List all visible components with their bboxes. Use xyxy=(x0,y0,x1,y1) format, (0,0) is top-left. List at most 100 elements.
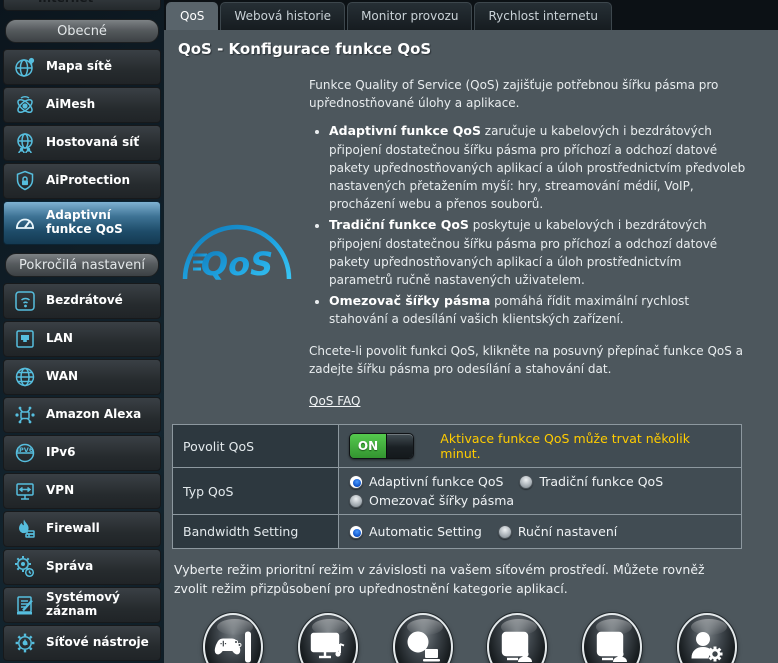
radio-button xyxy=(498,525,512,539)
sidebar-item-label: WAN xyxy=(46,370,78,384)
priority-mode-row: Hry Streamování médií xyxy=(164,599,778,663)
radio-adaptive-qos[interactable]: Adaptivní funkce QoS xyxy=(349,474,503,489)
section-title: Obecné xyxy=(57,24,107,39)
bullet-lead: Adaptivní funkce QoS xyxy=(329,123,481,138)
intro-paragraph: Funkce Quality of Service (QoS) zajišťuj… xyxy=(309,76,748,112)
qos-intro-section: QoS Funkce Quality of Service (QoS) zaji… xyxy=(164,64,778,414)
sidebar-item-aiprotection[interactable]: AiProtection xyxy=(3,163,161,199)
radio-label: Omezovač šířky pásma xyxy=(369,493,514,508)
speedometer-icon xyxy=(12,211,38,235)
qos-type-label: Typ QoS xyxy=(173,468,339,515)
mode-games[interactable]: Hry xyxy=(186,613,280,663)
customize-icon xyxy=(677,613,737,663)
sidebar-item-label: Správa xyxy=(46,560,93,574)
mode-work-from-home[interactable]: Work-From-Home xyxy=(565,613,659,663)
mode-learn-from-home[interactable]: Learn-From-Home xyxy=(470,613,564,663)
network-tools-icon xyxy=(12,631,38,655)
sidebar-item-label: Adaptivní funkce QoS xyxy=(46,209,154,237)
system-log-icon xyxy=(12,593,38,617)
qos-logo: QoS xyxy=(164,68,309,414)
radio-button xyxy=(349,475,363,489)
sidebar-item-label: AiProtection xyxy=(46,174,130,188)
gamepad-icon xyxy=(203,613,263,663)
tab-label: Rychlost internetu xyxy=(488,9,597,23)
sidebar-item-label: Internet xyxy=(38,0,160,5)
sidebar-item-label: Síťové nástroje xyxy=(46,636,149,650)
radio-manual-setting[interactable]: Ruční nastavení xyxy=(498,524,617,539)
enable-hint: Chcete-li povolit funkci QoS, klikněte n… xyxy=(309,342,748,378)
sidebar-item-label: Bezdrátové xyxy=(46,294,123,308)
sidebar-item-label: Hostovaná síť xyxy=(46,136,139,150)
sidebar-item-system-log[interactable]: Systémový záznam xyxy=(3,587,161,623)
sidebar-item-guest-network[interactable]: Hostovaná síť xyxy=(3,125,161,161)
sidebar-item-lan[interactable]: LAN xyxy=(3,321,161,357)
sidebar-item-administration[interactable]: Správa xyxy=(3,549,161,585)
radio-button xyxy=(349,494,363,508)
aimesh-icon xyxy=(12,93,38,117)
qos-speedometer-icon: QoS xyxy=(171,185,303,297)
qos-toggle[interactable]: ON xyxy=(349,433,414,459)
alexa-network-icon xyxy=(12,403,38,427)
globe-icon xyxy=(12,365,38,389)
table-row-enable-qos: Povolit QoS ON Aktivace funkce QoS může … xyxy=(173,425,742,468)
tab-web-history[interactable]: Webová historie xyxy=(220,2,345,30)
sidebar-item-amazon-alexa[interactable]: Amazon Alexa xyxy=(3,397,161,433)
sidebar-item-firewall[interactable]: Firewall xyxy=(3,511,161,547)
activation-warning: Aktivace funkce QoS může trvat několik m… xyxy=(440,431,731,461)
tab-bar: QoS Webová historie Monitor provozu Rych… xyxy=(164,0,778,30)
mode-media-streaming[interactable]: Streamování médií xyxy=(281,613,375,663)
sidebar-item-wan[interactable]: WAN xyxy=(3,359,161,395)
sidebar-item-label: Mapa sítě xyxy=(46,60,112,74)
sidebar-item-adaptive-qos[interactable]: Adaptivní funkce QoS xyxy=(3,201,161,245)
sidebar-item-label: LAN xyxy=(46,332,73,346)
learn-from-home-icon xyxy=(487,613,547,663)
sidebar-item-network-map[interactable]: Mapa sítě xyxy=(3,49,161,85)
mode-web-browsing[interactable]: Prohazení webu xyxy=(376,613,470,663)
sidebar-item-label: Amazon Alexa xyxy=(46,408,141,422)
bandwidth-setting-label: Bandwidth Setting xyxy=(173,515,339,549)
tab-traffic-monitor[interactable]: Monitor provozu xyxy=(347,2,472,30)
sidebar-section-advanced: Pokročilá nastavení xyxy=(5,253,159,277)
sidebar-item-label: AiMesh xyxy=(46,98,95,112)
radio-bandwidth-limiter[interactable]: Omezovač šířky pásma xyxy=(349,493,514,508)
sidebar-item-label: Firewall xyxy=(46,522,100,536)
sidebar-section-general: Obecné xyxy=(5,19,159,43)
qos-bullet-list: Adaptivní funkce QoS zaručuje u kabelový… xyxy=(329,122,748,328)
guest-network-icon xyxy=(12,131,38,155)
qos-faq-link[interactable]: QoS FAQ xyxy=(309,392,360,410)
sidebar-item-label: Systémový záznam xyxy=(46,591,154,619)
radio-label: Tradiční funkce QoS xyxy=(539,474,663,489)
svg-text:IPV6: IPV6 xyxy=(17,446,34,454)
sidebar-item-ipv6[interactable]: IPV6 IPv6 xyxy=(3,435,161,471)
tab-internet-speed[interactable]: Rychlost internetu xyxy=(474,2,611,30)
qos-description: Funkce Quality of Service (QoS) zajišťuj… xyxy=(309,68,778,414)
sidebar-item-network-tools[interactable]: Síťové nástroje xyxy=(3,625,161,661)
tab-label: QoS xyxy=(180,9,204,23)
sidebar-item-internet-clipped[interactable]: Internet xyxy=(3,0,161,11)
main-area: QoS Webová historie Monitor provozu Rych… xyxy=(164,0,778,663)
table-row-qos-type: Typ QoS Adaptivní funkce QoS Tradiční fu… xyxy=(173,468,742,515)
content-panel: QoS - Konfigurace funkce QoS QoS xyxy=(164,30,778,663)
svg-text:QoS: QoS xyxy=(200,245,272,283)
radio-automatic-setting[interactable]: Automatic Setting xyxy=(349,524,482,539)
bullet-adaptive-qos: Adaptivní funkce QoS zaručuje u kabelový… xyxy=(329,122,748,213)
sidebar-item-wireless[interactable]: Bezdrátové xyxy=(3,283,161,319)
enable-qos-label: Povolit QoS xyxy=(173,425,339,468)
vpn-monitor-icon xyxy=(12,479,38,503)
radio-traditional-qos[interactable]: Tradiční funkce QoS xyxy=(519,474,663,489)
ethernet-port-icon xyxy=(12,327,38,351)
flame-icon xyxy=(12,517,38,541)
radio-label: Automatic Setting xyxy=(369,524,482,539)
network-map-icon xyxy=(12,55,38,79)
page-title: QoS - Konfigurace funkce QoS xyxy=(164,30,778,64)
tab-qos[interactable]: QoS xyxy=(166,2,218,30)
mode-customize[interactable]: Customize xyxy=(660,613,754,663)
bullet-lead: Omezovač šířky pásma xyxy=(329,293,490,308)
table-row-bandwidth-setting: Bandwidth Setting Automatic Setting Ručn… xyxy=(173,515,742,549)
bullet-traditional-qos: Tradiční funkce QoS poskytuje u kabelový… xyxy=(329,216,748,289)
radio-button xyxy=(519,475,533,489)
sidebar-item-vpn[interactable]: VPN xyxy=(3,473,161,509)
sidebar-item-aimesh[interactable]: AiMesh xyxy=(3,87,161,123)
sidebar-item-label: VPN xyxy=(46,484,74,498)
work-from-home-icon xyxy=(582,613,642,663)
